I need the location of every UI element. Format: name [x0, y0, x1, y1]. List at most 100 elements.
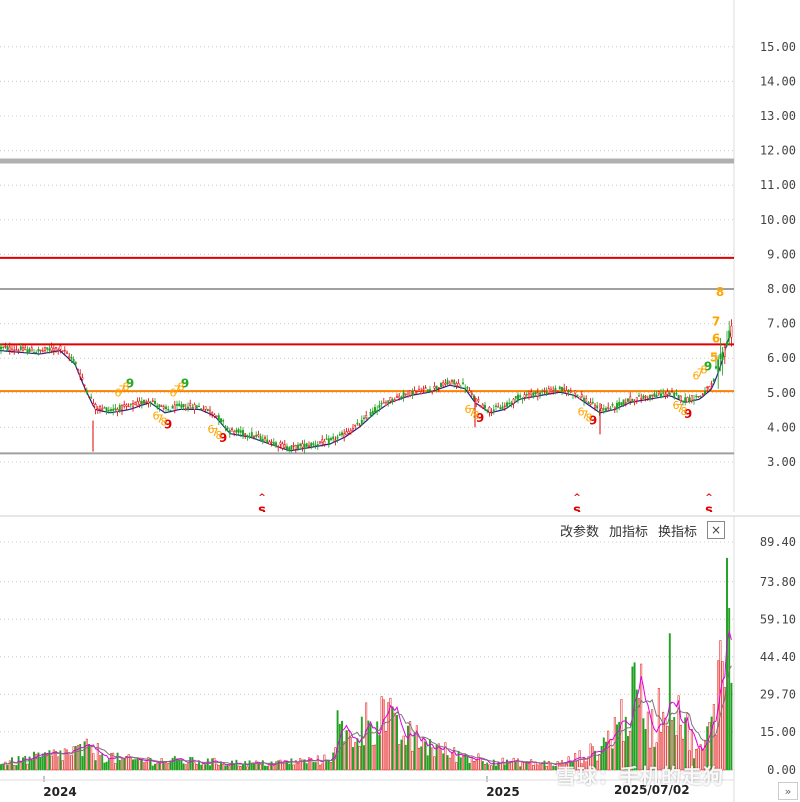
price-chart[interactable]: 15.00 14.00 13.00 12.00 11.00 10.00 9.00 8.00 7.…: [0, 0, 800, 512]
volume-bar: [525, 762, 528, 771]
candle-body: [519, 395, 522, 398]
volume-bar: [404, 744, 407, 771]
volume-bar: [519, 766, 522, 771]
signal-trail-label: 6: [170, 387, 177, 400]
volume-chart[interactable]: 89.40 73.80 59.10 44.40 29.70 15.00 0.00 2024 20…: [0, 512, 800, 802]
candle-body: [327, 438, 330, 445]
candle-body: [699, 395, 702, 397]
volume-bar: [107, 759, 110, 771]
volume-bar: [290, 758, 293, 771]
volume-bar: [226, 764, 229, 771]
candle-body: [259, 436, 262, 441]
candle-body: [657, 391, 660, 395]
candle-body: [211, 412, 214, 415]
volume-bar: [15, 765, 18, 771]
volume-bar: [336, 710, 339, 771]
volume-bar: [495, 765, 497, 771]
candle-body: [470, 393, 473, 395]
volume-bar: [178, 759, 181, 771]
candle-body: [239, 430, 242, 433]
s-marker-caret: ^: [258, 493, 266, 503]
candle-body: [435, 385, 438, 389]
candle-body: [704, 390, 706, 395]
s-marker-label: s: [258, 503, 266, 512]
volume-bar: [200, 764, 203, 771]
candle-body: [63, 349, 66, 352]
volume-bar: [44, 752, 46, 771]
volume-bar: [92, 753, 95, 771]
close-icon[interactable]: ×: [707, 521, 726, 539]
candle-body: [418, 388, 420, 392]
candle-body: [510, 402, 513, 405]
candle-body: [156, 405, 159, 408]
candle-body: [90, 396, 93, 399]
candle-body: [457, 383, 460, 387]
candle-body: [517, 394, 519, 401]
volume-bar: [451, 752, 453, 771]
signal-label: 5: [710, 351, 718, 365]
modify-params-button[interactable]: 改参数: [560, 521, 599, 540]
volume-bar: [424, 741, 427, 771]
volume-bar: [156, 762, 159, 771]
candle-body: [57, 349, 60, 351]
volume-bar: [140, 759, 143, 771]
candle-body: [431, 391, 434, 393]
candle-body: [708, 386, 711, 390]
candle-body: [679, 395, 682, 401]
volume-bar: [6, 765, 9, 771]
candle-body: [246, 435, 249, 437]
candle-body: [255, 434, 258, 437]
candle-body: [182, 403, 185, 408]
candle-body: [149, 401, 152, 404]
volume-bar: [448, 757, 451, 771]
candle-body: [184, 408, 187, 410]
volume-bar: [209, 765, 211, 771]
candle-body: [15, 349, 18, 351]
volume-bar: [349, 737, 352, 771]
price-tick-label: 10.00: [760, 213, 796, 227]
signal-trail-label: 6: [673, 399, 680, 412]
candle-body: [585, 398, 588, 403]
switch-indicator-button[interactable]: 换指标: [658, 521, 697, 540]
candle-body: [257, 434, 260, 437]
candle-body: [446, 380, 449, 385]
candle-body: [413, 390, 416, 395]
volume-bar: [376, 721, 379, 771]
candle-body: [321, 439, 324, 443]
candle-body: [583, 397, 585, 402]
volume-bar: [228, 765, 231, 771]
candle-body: [99, 406, 101, 410]
volume-bar: [2, 763, 5, 771]
candle-body: [272, 442, 275, 446]
volume-bar: [459, 757, 462, 771]
volume-bar: [367, 720, 370, 771]
candle-body: [50, 347, 53, 351]
candle-body: [594, 404, 596, 409]
scroll-right-icon[interactable]: »: [778, 782, 798, 800]
volume-bar: [730, 682, 733, 771]
candle-body: [673, 392, 676, 398]
candle-body: [312, 443, 315, 445]
add-indicator-button[interactable]: 加指标: [609, 521, 648, 540]
candle-body: [24, 347, 27, 351]
candle-body: [653, 393, 656, 397]
volume-bar: [187, 763, 189, 771]
price-tick-label: 12.00: [760, 144, 796, 158]
volume-bar: [257, 762, 260, 771]
candle-body: [206, 408, 209, 412]
volume-bar: [68, 752, 71, 771]
candle-body: [473, 395, 475, 400]
candle-body: [371, 410, 374, 414]
candle-body: [11, 348, 13, 352]
candle-body: [545, 391, 548, 395]
candle-body: [35, 352, 38, 354]
candle-body: [264, 437, 266, 439]
candle-body: [81, 377, 84, 380]
volume-bar: [411, 750, 414, 771]
volume-bar: [167, 763, 170, 771]
candle-body: [261, 438, 264, 442]
candle-body: [422, 388, 425, 391]
s-marker-label: s: [705, 503, 713, 512]
volume-bar: [635, 689, 638, 771]
candle-body: [600, 408, 603, 412]
